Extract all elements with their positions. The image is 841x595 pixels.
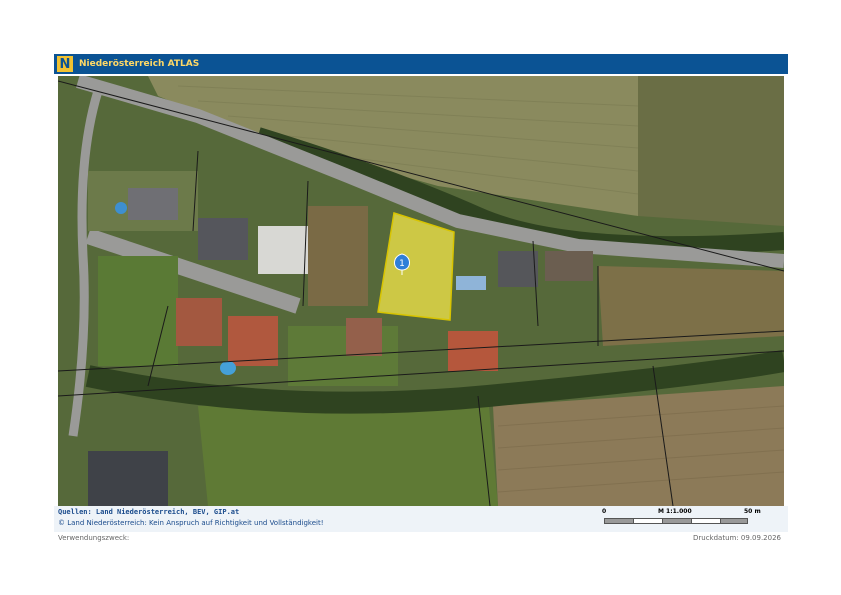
house-8 <box>498 251 538 287</box>
aerial-map[interactable]: 1 <box>58 76 784 506</box>
plot-lawn-west <box>98 256 178 366</box>
house-10 <box>88 451 168 506</box>
house-5 <box>228 316 278 366</box>
house-9 <box>545 251 593 281</box>
house-6 <box>346 318 382 356</box>
scale-segment-4 <box>691 518 721 524</box>
scale-ratio: M 1:1.000 <box>658 508 692 515</box>
house-4 <box>176 298 222 346</box>
header-title: Niederösterreich ATLAS <box>79 59 200 69</box>
scale-start: 0 <box>602 508 607 515</box>
house-2 <box>198 218 248 260</box>
field-east <box>598 266 784 346</box>
pool-1 <box>115 202 127 214</box>
pool-2 <box>220 361 236 375</box>
purpose-label: Verwendungszweck: <box>58 534 130 542</box>
noe-logo: N <box>57 56 73 72</box>
aerial-map-canvas: 1 <box>58 76 784 506</box>
scale-end: 50 m <box>744 508 761 515</box>
solar-roof <box>456 276 486 290</box>
sources-text: Quellen: Land Niederösterreich, BEV, GIP… <box>58 508 240 516</box>
scale-segment-2 <box>633 518 663 524</box>
scale-segment-1 <box>604 518 634 524</box>
house-3 <box>258 226 308 274</box>
field-northeast <box>638 76 784 226</box>
scale-segment-5 <box>720 518 748 524</box>
print-date: Druckdatum: 09.09.2026 <box>692 534 781 542</box>
scale-bar: 0 M 1:1.000 50 m <box>602 508 762 528</box>
copyright-text: © Land Niederösterreich: Kein Anspruch a… <box>58 519 324 527</box>
plot-empty <box>308 206 368 306</box>
map-footer: Quellen: Land Niederösterreich, BEV, GIP… <box>54 506 788 532</box>
atlas-header: N Niederösterreich ATLAS <box>54 54 788 74</box>
scale-segment-3 <box>662 518 692 524</box>
house-1 <box>128 188 178 220</box>
marker-label: 1 <box>399 259 405 269</box>
field-southeast <box>493 386 784 506</box>
house-7 <box>448 331 498 371</box>
